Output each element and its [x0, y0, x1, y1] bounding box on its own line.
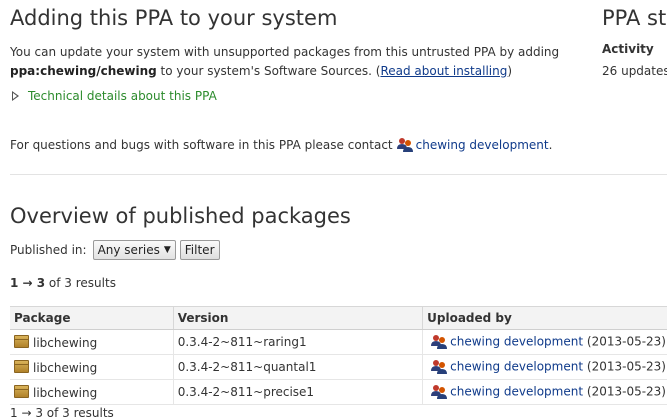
expander-triangle-icon — [12, 91, 19, 101]
team-icon — [396, 138, 413, 152]
chevron-down-icon: ▼ — [163, 245, 171, 255]
version-cell: 0.3.4-2~811~quantal1 — [172, 354, 423, 380]
page-title: Adding this PPA to your system — [10, 6, 338, 30]
package-icon — [14, 334, 29, 348]
version-cell: 0.3.4-2~811~precise1 — [172, 379, 423, 405]
package-cell[interactable]: libchewing — [10, 329, 174, 355]
intro-suffix: to your system's Software Sources. ( — [160, 64, 381, 78]
uploader-cell: chewing development (2013-05-23) — [422, 354, 667, 380]
package-icon — [14, 384, 29, 398]
published-label: Published in: — [10, 243, 87, 257]
technical-details-expander[interactable]: Technical details about this PPA — [12, 89, 217, 103]
package-name[interactable]: libchewing — [33, 361, 97, 375]
team-icon — [431, 385, 448, 399]
technical-details-label[interactable]: Technical details about this PPA — [28, 89, 217, 103]
column-header-version: Version — [172, 306, 423, 330]
activity-heading: Activity — [602, 42, 654, 56]
table-header-row: Package Version Uploaded by — [10, 306, 667, 330]
series-select[interactable]: Any series ▼ — [92, 240, 176, 260]
table-row[interactable]: libchewing 0.3.4-2~811~raring1 chewing d… — [10, 329, 667, 355]
intro-paragraph: You can update your system with unsuppor… — [10, 43, 559, 81]
bottom-results-count: 1 → 3 of 3 results — [10, 406, 114, 420]
uploader-cell: chewing development (2013-05-23) — [422, 329, 667, 355]
package-cell[interactable]: libchewing — [10, 354, 174, 380]
package-name[interactable]: libchewing — [33, 386, 97, 400]
packages-table: Package Version Uploaded by libchewing 0… — [10, 306, 667, 405]
package-name[interactable]: libchewing — [33, 336, 97, 350]
contact-team-link[interactable]: chewing development — [416, 138, 549, 152]
contact-line: For questions and bugs with software in … — [10, 137, 552, 153]
version-cell: 0.3.4-2~811~raring1 — [172, 329, 423, 355]
updates-text: 26 updates a — [602, 64, 667, 78]
sidebar-title: PPA st — [602, 6, 667, 30]
table-row[interactable]: libchewing 0.3.4-2~811~precise1 chewing … — [10, 379, 667, 405]
column-header-uploaded-by: Uploaded by — [422, 306, 667, 330]
ppa-name: ppa:chewing/chewing — [10, 64, 157, 78]
uploader-link[interactable]: chewing development — [450, 335, 583, 349]
team-icon — [431, 360, 448, 374]
uploader-cell: chewing development (2013-05-23) — [422, 379, 667, 405]
column-header-package: Package — [10, 306, 174, 330]
upload-date: (2013-05-23) — [586, 334, 666, 349]
results-range: 1 → 3 — [10, 276, 46, 290]
filter-button[interactable]: Filter — [179, 240, 220, 260]
intro-close: ) — [507, 64, 513, 78]
package-icon — [14, 359, 29, 373]
results-suffix: of 3 results — [45, 276, 116, 290]
read-about-installing-link[interactable]: Read about installing — [380, 64, 507, 78]
results-count: 1 → 3 of 3 results — [10, 276, 116, 290]
uploader-link[interactable]: chewing development — [450, 385, 583, 399]
published-filter: Published in: Any series ▼ Filter — [10, 240, 220, 260]
contact-text: For questions and bugs with software in … — [10, 138, 393, 152]
contact-end: . — [548, 138, 553, 152]
table-row[interactable]: libchewing 0.3.4-2~811~quantal1 chewing … — [10, 354, 667, 380]
upload-date: (2013-05-23) — [586, 384, 666, 399]
series-select-value: Any series — [97, 243, 160, 257]
team-icon — [431, 335, 448, 349]
overview-heading: Overview of published packages — [10, 204, 351, 228]
intro-text: You can update your system with unsuppor… — [10, 45, 560, 59]
package-cell[interactable]: libchewing — [10, 379, 174, 405]
uploader-link[interactable]: chewing development — [450, 360, 583, 374]
upload-date: (2013-05-23) — [586, 359, 666, 374]
section-divider — [10, 174, 667, 175]
